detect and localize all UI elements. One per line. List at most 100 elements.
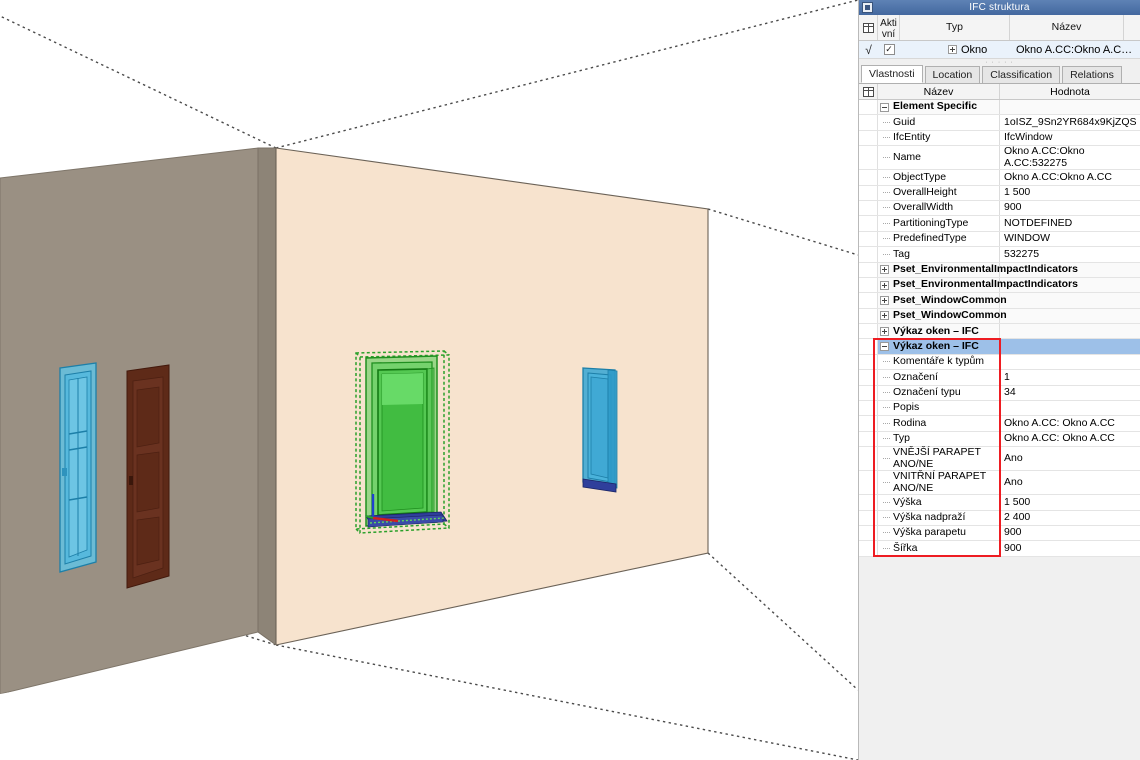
- property-row[interactable]: ···· Výška 1 500: [859, 495, 1140, 511]
- property-value-cell[interactable]: 1 500: [1000, 495, 1140, 509]
- panel-titlebar[interactable]: IFC struktura: [859, 0, 1140, 15]
- property-value-cell[interactable]: 1 500: [1000, 186, 1140, 200]
- tree-header-active[interactable]: Akti vní: [878, 15, 900, 40]
- property-name-cell[interactable]: ···· Výška nadpraží: [878, 510, 1000, 525]
- property-value-cell[interactable]: 900: [1000, 526, 1140, 540]
- window-left-blue[interactable]: [59, 362, 97, 573]
- property-name-cell[interactable]: ···· Označení: [878, 370, 1000, 385]
- tree-header-name[interactable]: Název: [1010, 15, 1124, 40]
- property-name-cell[interactable]: Pset_EnvironmentalImpactIndicators: [878, 262, 1078, 277]
- property-value-cell[interactable]: Okno A.CC:Okno A.CC:532275: [1000, 145, 1140, 169]
- property-row[interactable]: ···· Výška nadpraží 2 400: [859, 510, 1140, 526]
- property-group-row[interactable]: Pset_EnvironmentalImpactIndicators: [859, 277, 1140, 294]
- tree-row-okno[interactable]: √ ✓ Okno Okno A.CC:Okno A.C…: [859, 41, 1140, 59]
- grid-settings-icon[interactable]: [862, 86, 874, 97]
- property-name-cell[interactable]: ···· OverallWidth: [878, 200, 1000, 216]
- collapse-minus-icon[interactable]: [880, 102, 889, 112]
- property-row[interactable]: ···· PredefinedType WINDOW: [859, 231, 1140, 248]
- property-row[interactable]: ···· Komentáře k typům: [859, 354, 1140, 371]
- tree-header-type[interactable]: Typ: [900, 15, 1010, 40]
- collapse-minus-icon[interactable]: [880, 342, 889, 352]
- property-name-cell[interactable]: ···· Tag: [878, 247, 1000, 262]
- property-group-row[interactable]: Pset_WindowCommon: [859, 293, 1140, 309]
- expand-plus-icon[interactable]: [880, 311, 889, 321]
- tab-vlastnosti[interactable]: Vlastnosti: [861, 65, 923, 83]
- property-group-row[interactable]: Výkaz oken – IFC: [859, 324, 1140, 340]
- property-value-cell[interactable]: [1000, 355, 1140, 369]
- property-grid[interactable]: Element Specific ···· Guid 1oISZ_9Sn2YR684x…: [859, 100, 1140, 557]
- window-restore-icon[interactable]: [862, 2, 873, 13]
- property-row[interactable]: ···· Typ Okno A.CC: Okno A.CC: [859, 431, 1140, 448]
- property-value-cell[interactable]: [1000, 324, 1140, 338]
- expand-plus-icon[interactable]: [948, 45, 957, 54]
- tab-classification[interactable]: Classification: [982, 66, 1061, 83]
- property-value-cell[interactable]: Okno A.CC:Okno A.CC: [1000, 170, 1140, 184]
- property-value-cell[interactable]: Okno A.CC: Okno A.CC: [1000, 416, 1140, 430]
- property-row[interactable]: ···· Označení typu 34: [859, 385, 1140, 402]
- property-row[interactable]: ···· Tag 532275: [859, 247, 1140, 263]
- property-group-row[interactable]: Pset_WindowCommon: [859, 308, 1140, 325]
- property-name-cell[interactable]: ···· Guid: [878, 115, 1000, 130]
- property-group-row[interactable]: Element Specific: [859, 100, 1140, 116]
- property-name-cell[interactable]: ···· ObjectType: [878, 170, 1000, 185]
- property-name-cell[interactable]: ···· OverallHeight: [878, 185, 1000, 200]
- property-row[interactable]: ···· IfcEntity IfcWindow: [859, 130, 1140, 147]
- tree-row-active-checkbox-cell[interactable]: ✓: [878, 44, 900, 55]
- tree-header-settings-cell[interactable]: [859, 15, 878, 40]
- expand-plus-icon[interactable]: [880, 295, 889, 305]
- window-right-blue[interactable]: [582, 367, 618, 493]
- expand-plus-icon[interactable]: [880, 265, 889, 275]
- property-name-cell[interactable]: ···· Name: [878, 146, 1000, 170]
- property-name-cell[interactable]: Výkaz oken – IFC: [878, 324, 1000, 339]
- property-row[interactable]: ···· Výška parapetu 900: [859, 525, 1140, 542]
- property-value-cell[interactable]: 1: [1000, 370, 1140, 384]
- property-name-cell[interactable]: ···· PredefinedType: [878, 231, 1000, 247]
- property-row[interactable]: ···· ObjectType Okno A.CC:Okno A.CC: [859, 170, 1140, 186]
- property-value-cell[interactable]: WINDOW: [1000, 232, 1140, 246]
- window-selected-green[interactable]: [355, 350, 450, 534]
- property-name-cell[interactable]: ···· Typ: [878, 431, 1000, 447]
- property-value-cell[interactable]: [1000, 401, 1140, 415]
- property-value-cell[interactable]: 2 400: [1000, 511, 1140, 525]
- property-value-cell[interactable]: NOTDEFINED: [1000, 216, 1140, 230]
- expand-plus-icon[interactable]: [880, 280, 889, 290]
- property-value-cell[interactable]: [1000, 293, 1140, 307]
- property-value-cell[interactable]: 900: [1000, 541, 1140, 555]
- property-row[interactable]: ···· VNITŘNÍ PARAPET ANO/NE Ano: [859, 470, 1140, 496]
- property-value-cell[interactable]: IfcWindow: [1000, 131, 1140, 145]
- property-name-cell[interactable]: Pset_EnvironmentalImpactIndicators: [878, 277, 1078, 293]
- tree-row-active-checkbox[interactable]: ✓: [883, 44, 895, 55]
- property-name-cell[interactable]: ···· Šířka: [878, 541, 1000, 556]
- property-value-cell[interactable]: Ano: [1000, 447, 1140, 470]
- property-row[interactable]: ···· Rodina Okno A.CC: Okno A.CC: [859, 416, 1140, 432]
- property-row[interactable]: ···· VNĚJŠÍ PARAPET ANO/NE Ano: [859, 446, 1140, 472]
- property-name-cell[interactable]: ···· PartitioningType: [878, 216, 1000, 231]
- property-value-cell[interactable]: 532275: [1000, 247, 1140, 261]
- property-name-cell[interactable]: ···· Výška: [878, 495, 1000, 510]
- tab-relations[interactable]: Relations: [1062, 66, 1122, 83]
- property-group-row[interactable]: Výkaz oken – IFC: [859, 339, 1140, 355]
- door-brown[interactable]: [126, 364, 170, 589]
- property-value-cell[interactable]: Ano: [1000, 471, 1140, 494]
- property-value-cell[interactable]: 1oISZ_9Sn2YR684x9KjZQS: [1000, 115, 1140, 129]
- property-row[interactable]: ···· Popis: [859, 401, 1140, 417]
- property-value-cell[interactable]: [1000, 100, 1140, 114]
- property-name-cell[interactable]: ···· Komentáře k typům: [878, 354, 1000, 370]
- property-value-cell[interactable]: [1000, 339, 1140, 353]
- property-grid-header-name[interactable]: Název: [878, 84, 1000, 99]
- property-value-cell[interactable]: [1000, 263, 1140, 277]
- tree-row-type-cell[interactable]: Okno: [900, 44, 1010, 56]
- property-row[interactable]: ···· OverallHeight 1 500: [859, 185, 1140, 201]
- property-value-cell[interactable]: 34: [1000, 386, 1140, 400]
- property-name-cell[interactable]: ···· Výška parapetu: [878, 525, 1000, 541]
- property-name-cell[interactable]: Výkaz oken – IFC: [878, 339, 1000, 354]
- property-grid-header-value[interactable]: Hodnota: [1000, 84, 1140, 99]
- property-value-cell[interactable]: 900: [1000, 201, 1140, 215]
- property-name-cell[interactable]: ···· Popis: [878, 401, 1000, 416]
- property-row[interactable]: ···· Guid 1oISZ_9Sn2YR684x9KjZQS: [859, 115, 1140, 131]
- property-row[interactable]: ···· Označení 1: [859, 370, 1140, 386]
- property-name-cell[interactable]: Pset_WindowCommon: [878, 308, 1007, 324]
- property-row[interactable]: ···· Name Okno A.CC:Okno A.CC:532275: [859, 145, 1140, 171]
- property-name-cell[interactable]: ···· VNĚJŠÍ PARAPET ANO/NE: [878, 446, 1000, 471]
- property-name-cell[interactable]: ···· VNITŘNÍ PARAPET ANO/NE: [878, 470, 1000, 495]
